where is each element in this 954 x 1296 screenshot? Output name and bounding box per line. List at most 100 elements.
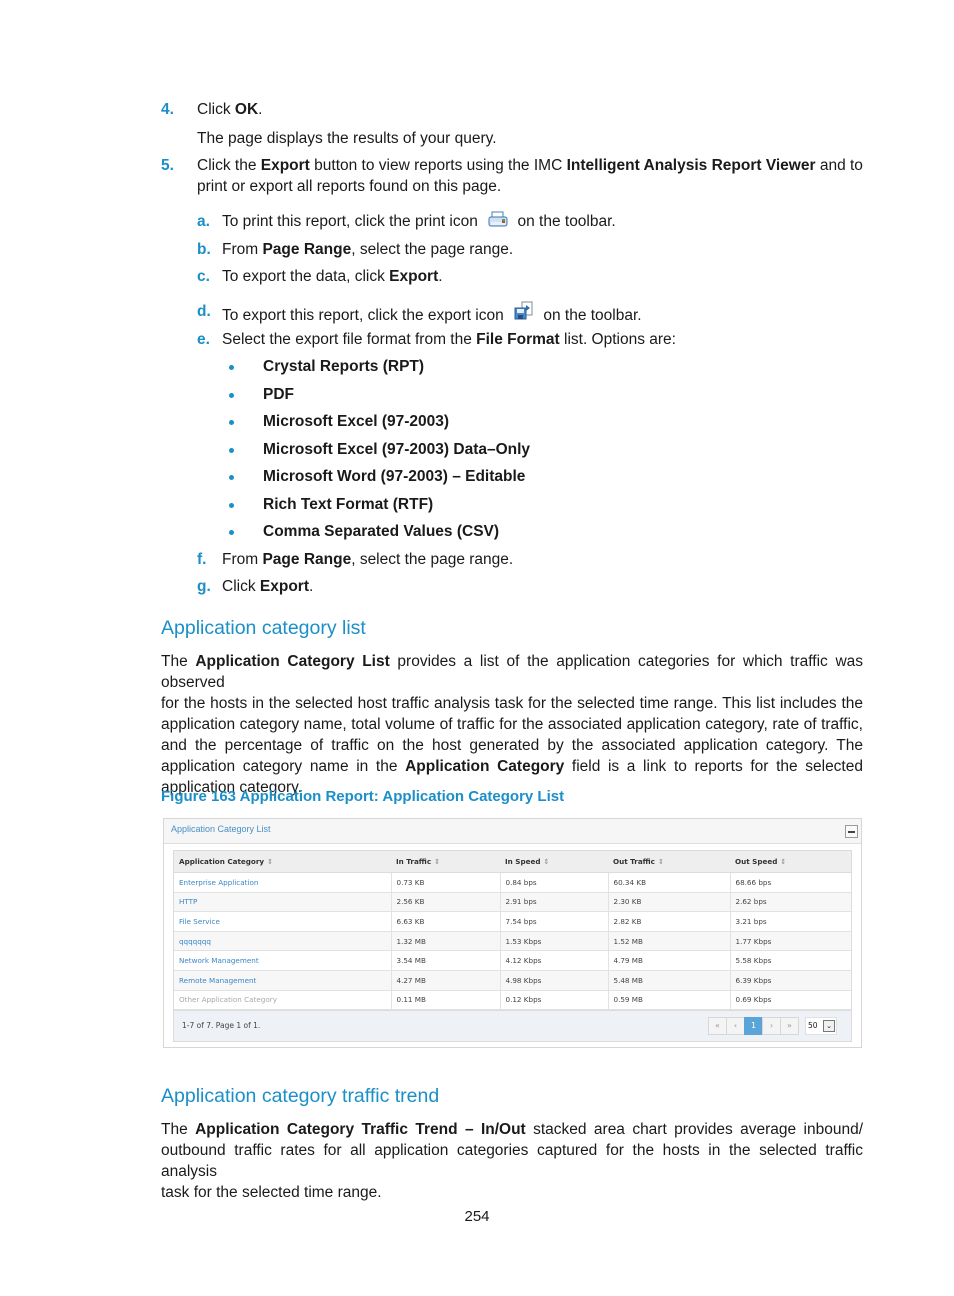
out-traffic-cell: 1.52 MB: [608, 931, 731, 952]
category-label: Other Application Category: [174, 990, 392, 1011]
in-speed-cell: 0.12 Kbps: [500, 990, 609, 1011]
pagination-bar: 1-7 of 7. Page 1 of 1. « ‹ 1 › » 50 ⌄: [174, 1010, 851, 1042]
bullet-icon: [229, 503, 234, 508]
column-header-application-category[interactable]: Application Category ⇕: [174, 851, 391, 873]
table-row: File Service 6.63 KB 7.54 bps 2.82 KB 3.…: [174, 911, 851, 932]
out-speed-cell: 1.77 Kbps: [730, 931, 851, 952]
out-speed-cell: 3.21 bps: [730, 911, 851, 932]
sort-icon: ⇕: [657, 857, 664, 866]
category-link[interactable]: Network Management: [174, 950, 392, 971]
page-size-select[interactable]: 50 ⌄: [805, 1017, 837, 1036]
format-item: Microsoft Word (97-2003) – Editable: [263, 468, 526, 485]
out-speed-cell: 5.58 Kbps: [730, 950, 851, 971]
substep-b-text: From Page Range, select the page range.: [222, 241, 514, 258]
substep-e: e.: [197, 331, 210, 348]
panel-title: Application Category List: [171, 824, 271, 834]
first-page-button[interactable]: «: [708, 1017, 727, 1036]
application-category-list-panel: Application Category List Application Ca…: [163, 818, 862, 1048]
in-speed-cell: 1.53 Kbps: [500, 931, 609, 952]
document-page: 4. Click OK. The page displays the resul…: [0, 0, 954, 1296]
step-number: 4.: [161, 101, 174, 118]
bullet-icon: [229, 448, 234, 453]
step-4: 4.: [161, 99, 174, 120]
substep-b: b.: [197, 241, 211, 258]
format-item: Comma Separated Values (CSV): [263, 523, 500, 540]
figure-caption: Figure 163 Application Report: Applicati…: [161, 788, 565, 805]
collapse-icon[interactable]: [845, 825, 858, 838]
in-traffic-cell: 0.73 KB: [391, 872, 501, 893]
step-5: 5.: [161, 155, 174, 176]
bullet-icon: [229, 365, 234, 370]
step-number: 5.: [161, 157, 174, 174]
export-icon: [514, 301, 534, 327]
pagination-info: 1-7 of 7. Page 1 of 1.: [182, 1021, 261, 1031]
step-4-note: The page displays the results of your qu…: [197, 130, 497, 147]
section-heading: Application category traffic trend: [161, 1085, 440, 1107]
out-traffic-cell: 4.79 MB: [608, 950, 731, 971]
chevron-down-icon[interactable]: ⌄: [823, 1020, 835, 1033]
format-item: Rich Text Format (RTF): [263, 496, 434, 513]
current-page-button[interactable]: 1: [744, 1017, 763, 1036]
sort-icon: ⇕: [267, 857, 274, 866]
in-traffic-cell: 6.63 KB: [391, 911, 501, 932]
sort-icon: ⇕: [543, 857, 550, 866]
in-speed-cell: 4.12 Kbps: [500, 950, 609, 971]
table-row: Network Management 3.54 MB 4.12 Kbps 4.7…: [174, 950, 851, 971]
sort-icon: ⇕: [780, 857, 787, 866]
category-link[interactable]: Remote Management: [174, 970, 392, 991]
table-row: Remote Management 4.27 MB 4.98 Kbps 5.48…: [174, 970, 851, 991]
bullet-icon: [229, 530, 234, 535]
out-traffic-cell: 5.48 MB: [608, 970, 731, 991]
substep-c: c.: [197, 268, 210, 285]
section-heading: Application category list: [161, 617, 366, 639]
format-item: PDF: [263, 386, 294, 403]
substep-a: a.: [197, 213, 210, 230]
category-link[interactable]: Enterprise Application: [174, 872, 392, 893]
table-row: Other Application Category 0.11 MB 0.12 …: [174, 990, 851, 1011]
substep-d-text: To export this report, click the export …: [222, 301, 642, 327]
print-icon: [488, 211, 508, 235]
column-header-out-speed[interactable]: Out Speed ⇕: [730, 851, 851, 873]
out-speed-cell: 68.66 bps: [730, 872, 851, 893]
out-speed-cell: 2.62 bps: [730, 892, 851, 913]
table-header-row: Application Category ⇕ In Traffic ⇕ In Spe…: [174, 851, 851, 873]
in-traffic-cell: 2.56 KB: [391, 892, 501, 913]
substep-f-text: From Page Range, select the page range.: [222, 551, 514, 568]
out-traffic-cell: 2.30 KB: [608, 892, 731, 913]
category-link[interactable]: qqqqqqq: [174, 931, 392, 952]
category-link[interactable]: File Service: [174, 911, 392, 932]
in-traffic-cell: 1.32 MB: [391, 931, 501, 952]
bullet-icon: [229, 393, 234, 398]
table-row: HTTP 2.56 KB 2.91 bps 2.30 KB 2.62 bps: [174, 892, 851, 913]
format-item: Microsoft Excel (97-2003) Data–Only: [263, 441, 531, 458]
column-header-out-traffic[interactable]: Out Traffic ⇕: [608, 851, 730, 873]
section-paragraph: The Application Category Traffic Trend –…: [161, 1121, 864, 1201]
in-traffic-cell: 3.54 MB: [391, 950, 501, 971]
format-item: Microsoft Excel (97-2003): [263, 413, 450, 430]
substep-g-text: Click Export.: [222, 578, 314, 595]
substep-f: f.: [197, 551, 207, 568]
previous-page-button[interactable]: ‹: [726, 1017, 745, 1036]
table-row: Enterprise Application 0.73 KB 0.84 bps …: [174, 872, 851, 893]
column-header-in-speed[interactable]: In Speed ⇕: [500, 851, 608, 873]
pagination-buttons: « ‹ 1 › »: [708, 1017, 799, 1036]
panel-header: Application Category List: [164, 819, 861, 844]
category-link[interactable]: HTTP: [174, 892, 392, 913]
next-page-button[interactable]: ›: [762, 1017, 781, 1036]
last-page-button[interactable]: »: [780, 1017, 799, 1036]
page-number: 254: [464, 1208, 490, 1225]
in-speed-cell: 2.91 bps: [500, 892, 609, 913]
format-item: Crystal Reports (RPT): [263, 358, 425, 375]
bullet-icon: [229, 420, 234, 425]
column-header-in-traffic[interactable]: In Traffic ⇕: [391, 851, 500, 873]
substep-a-text: To print this report, click the print ic…: [222, 211, 616, 235]
out-speed-cell: 6.39 Kbps: [730, 970, 851, 991]
in-traffic-cell: 4.27 MB: [391, 970, 501, 991]
in-speed-cell: 0.84 bps: [500, 872, 609, 893]
in-speed-cell: 4.98 Kbps: [500, 970, 609, 991]
section-paragraph: The Application Category List provides a…: [161, 653, 864, 796]
in-speed-cell: 7.54 bps: [500, 911, 609, 932]
substep-g: g.: [197, 578, 211, 595]
out-traffic-cell: 0.59 MB: [608, 990, 731, 1011]
sort-icon: ⇕: [434, 857, 441, 866]
